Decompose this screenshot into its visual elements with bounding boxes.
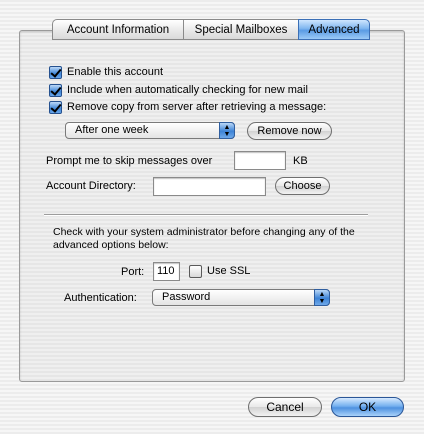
skip-messages-label: Prompt me to skip messages over (46, 155, 213, 167)
enable-account-checkbox[interactable] (49, 65, 62, 79)
remove-after-value: After one week (75, 124, 149, 136)
port-label: Port: (121, 266, 145, 278)
enable-account-option[interactable]: Enable this account (49, 65, 163, 79)
enable-account-label: Enable this account (67, 66, 164, 78)
port-field[interactable]: 110 (153, 262, 180, 281)
choose-button[interactable]: Choose (275, 177, 330, 195)
tab-bar: Account Information Special Mailboxes Ad… (52, 19, 370, 40)
advanced-warning-text: Check with your system administrator bef… (53, 226, 355, 251)
remove-copy-option[interactable]: Remove copy from server after retrieving… (49, 100, 326, 114)
include-auto-check-checkbox[interactable] (49, 83, 62, 97)
account-directory-field[interactable] (153, 177, 266, 196)
skip-messages-size-field[interactable] (234, 151, 286, 170)
use-ssl-checkbox[interactable] (189, 264, 202, 278)
cancel-button[interactable]: Cancel (248, 397, 322, 417)
tab-account-information[interactable]: Account Information (52, 19, 183, 40)
tab-advanced[interactable]: Advanced (298, 19, 370, 40)
remove-now-button[interactable]: Remove now (247, 122, 332, 140)
updown-arrows-icon: ▲ ▼ (219, 122, 235, 139)
ok-button[interactable]: OK (331, 397, 404, 417)
separator (44, 214, 368, 216)
tab-special-mailboxes[interactable]: Special Mailboxes (183, 19, 298, 40)
account-directory-label: Account Directory: (46, 180, 136, 192)
authentication-value: Password (162, 291, 211, 303)
remove-after-popup[interactable]: After one week ▲ ▼ (65, 122, 235, 139)
skip-messages-unit: KB (293, 155, 308, 167)
include-auto-check-label: Include when automatically checking for … (67, 84, 308, 96)
use-ssl-label: Use SSL (207, 265, 251, 277)
remove-copy-checkbox[interactable] (49, 100, 62, 114)
updown-arrows-icon: ▲ ▼ (314, 289, 330, 306)
authentication-popup[interactable]: Password ▲ ▼ (152, 289, 330, 306)
remove-copy-label: Remove copy from server after retrieving… (67, 101, 327, 113)
authentication-label: Authentication: (64, 292, 137, 304)
use-ssl-option[interactable]: Use SSL (189, 264, 250, 278)
include-auto-check-option[interactable]: Include when automatically checking for … (49, 83, 308, 97)
